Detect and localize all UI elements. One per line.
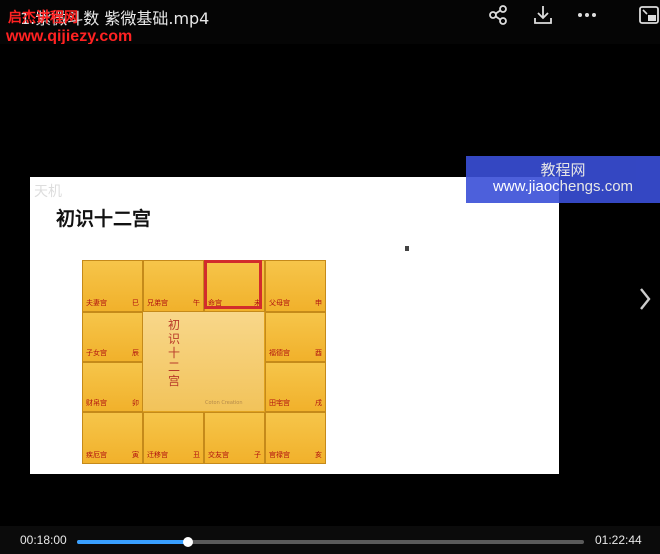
palace-cell: 迁移宫 丑 — [143, 412, 204, 464]
chevron-right-icon[interactable] — [638, 286, 658, 312]
palace-cell: 田宅宫 戌 — [265, 362, 326, 412]
palace-cell: 夫妻宫 巳 — [82, 260, 143, 312]
overlay-watermark-url: www.jiaochengs.com — [492, 178, 634, 195]
palace-label: 兄弟宫 — [147, 299, 168, 307]
palace-board: 夫妻宫巳 兄弟宫午 命宫未 父母宫申 子女宫辰 福德宫酉 财帛宫卯 田宅宫戌 疾… — [82, 260, 326, 464]
palace-label: 官禄宫 — [269, 451, 290, 459]
palace-branch: 辰 — [132, 349, 139, 357]
palace-cell: 财帛宫 卯 — [82, 362, 143, 412]
palace-cell: 兄弟宫 午 — [143, 260, 204, 312]
palace-branch: 巳 — [132, 299, 139, 307]
center-text: 初识十二宫 — [168, 318, 181, 388]
palace-branch: 戌 — [315, 399, 322, 407]
palace-cell: 疾厄宫 寅 — [82, 412, 143, 464]
overlay-watermark: 教程网 www.jiaochengs.com — [466, 156, 660, 203]
palace-branch: 丑 — [193, 451, 200, 459]
palace-cell: 福德宫 酉 — [265, 312, 326, 362]
palace-branch: 酉 — [315, 349, 322, 357]
palace-label: 田宅宫 — [269, 399, 290, 407]
mouse-cursor-icon — [405, 246, 409, 251]
palace-cell: 子女宫 辰 — [82, 312, 143, 362]
palace-label: 夫妻宫 — [86, 299, 107, 307]
share-icon[interactable] — [487, 4, 509, 26]
palace-label: 父母宫 — [269, 299, 290, 307]
center-credit: Coton Creation — [205, 400, 243, 406]
progress-knob[interactable] — [182, 537, 193, 547]
palace-cell: 交友宫 子 — [204, 412, 265, 464]
palace-branch: 申 — [315, 299, 322, 307]
palace-label: 交友宫 — [208, 451, 229, 459]
overlay-watermark-title: 教程网 — [540, 161, 586, 179]
slide: 天机 初识十二宫 夫妻宫巳 兄弟宫午 命宫未 父母宫申 子女宫辰 福德宫酉 财帛… — [30, 177, 559, 474]
current-time: 00:18:00 — [20, 533, 67, 547]
palace-label: 福德宫 — [269, 349, 290, 357]
palace-cell: 父母宫 申 — [265, 260, 326, 312]
palace-branch: 午 — [193, 299, 200, 307]
palace-label: 子女宫 — [86, 349, 107, 357]
palace-branch: 寅 — [132, 451, 139, 459]
palace-branch: 子 — [254, 451, 261, 459]
more-icon[interactable] — [576, 4, 598, 26]
watermark-text: 启杰讲程网 — [8, 10, 78, 26]
ming-palace-highlight — [204, 260, 262, 309]
palace-label: 财帛宫 — [86, 399, 107, 407]
player-controls: 00:18:00 01:22:44 — [0, 526, 660, 554]
palace-branch: 亥 — [315, 451, 322, 459]
progress-fill — [77, 540, 188, 544]
progress-track[interactable] — [77, 537, 584, 547]
palace-cell: 官禄宫 亥 — [265, 412, 326, 464]
duration: 01:22:44 — [595, 533, 642, 547]
slide-logo: 天机 — [34, 184, 62, 200]
palace-label: 疾厄宫 — [86, 451, 107, 459]
title-bar: 1.紫微斗数 紫微基础.mp4 启杰讲程网 www.qijiezy.com — [0, 0, 660, 45]
download-icon[interactable] — [532, 4, 554, 26]
palace-label: 迁移宫 — [147, 451, 168, 459]
palace-branch: 卯 — [132, 399, 139, 407]
picture-in-picture-icon[interactable] — [638, 4, 660, 26]
slide-title: 初识十二宫 — [56, 208, 152, 230]
board-center: 初识十二宫 Coton Creation — [143, 312, 264, 411]
